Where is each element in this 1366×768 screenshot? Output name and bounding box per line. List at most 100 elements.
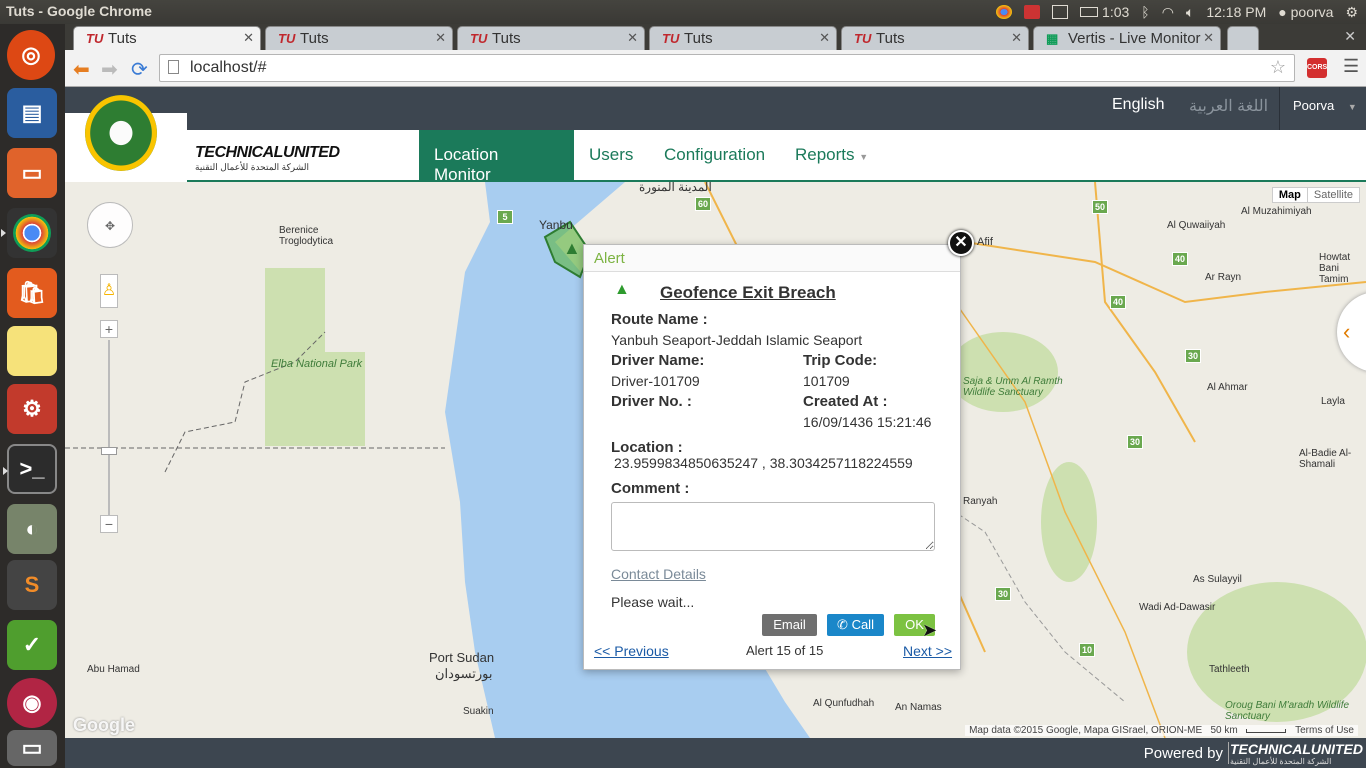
browser-tab[interactable]: TU Tuts ✕ — [841, 26, 1029, 50]
map-label: Elba National Park — [271, 358, 363, 370]
pan-control[interactable]: ✥ — [87, 202, 133, 248]
emblem-logo — [65, 95, 187, 182]
bluetooth-icon[interactable]: ᛒ — [1141, 4, 1149, 20]
zoom-in-button[interactable]: + — [100, 320, 118, 338]
reload-icon[interactable]: ⟳ — [131, 57, 148, 82]
tab-close-icon[interactable]: ✕ — [819, 30, 830, 46]
writer-icon[interactable]: ▤ — [7, 88, 57, 138]
tasks-icon[interactable]: ✓ — [7, 620, 57, 670]
session-gear-icon[interactable]: ⚙ — [1345, 4, 1358, 21]
browser-tab[interactable]: TU Tuts ✕ — [265, 26, 453, 50]
brand-arabic: الشركة المتحدة للأعمال التقنية — [195, 162, 309, 172]
email-button[interactable]: Email — [762, 614, 817, 636]
software-center-icon[interactable]: 🛍︎ — [7, 268, 57, 318]
footer-brand-logo: TECHNICALUNITED الشركة المتحدة للأعمال ا… — [1230, 741, 1363, 766]
map-label: Al Ahmar — [1207, 382, 1248, 393]
highway-shield-icon: 10 — [1079, 643, 1095, 657]
tab-close-icon[interactable]: ✕ — [243, 30, 254, 46]
tu-favicon: TU — [470, 31, 488, 46]
map-label: Oroug Bani M'aradh Wildlife Sanctuary — [1225, 700, 1350, 722]
tu-favicon: TU — [854, 31, 872, 46]
tab-title: Vertis - Live Monitor — [1068, 30, 1201, 47]
user-menu[interactable]: ● poorva — [1278, 4, 1333, 20]
forward-arrow-icon[interactable]: ➡ — [101, 57, 118, 82]
nav-configuration[interactable]: Configuration — [649, 130, 780, 180]
cors-extension-icon[interactable]: CORS — [1307, 58, 1327, 78]
lang-english-link[interactable]: English — [1112, 96, 1164, 114]
browser-tab[interactable]: TU Tuts ✕ — [457, 26, 645, 50]
window-title: Tuts - Google Chrome — [6, 3, 152, 19]
alert-counter: Alert 15 of 15 — [746, 643, 824, 658]
status-text: Please wait... — [611, 594, 695, 610]
disk-usage-icon[interactable]: ◐ — [7, 504, 57, 554]
browser-tab[interactable]: TU Tuts ✕ — [73, 26, 261, 50]
app-launcher-icon[interactable]: ◉ — [7, 678, 57, 728]
tab-close-icon[interactable]: ✕ — [1203, 30, 1214, 46]
network-status-icon[interactable] — [1024, 5, 1041, 19]
dash-home-icon[interactable]: ◎ — [7, 30, 55, 80]
caret-down-icon: ▼ — [859, 152, 869, 162]
phone-icon: ✆ — [837, 617, 848, 632]
alert-header: Alert — [584, 245, 960, 272]
mail-icon[interactable] — [1052, 5, 1069, 19]
wifi-icon[interactable]: ◠ — [1162, 4, 1174, 21]
contact-details-link[interactable]: Contact Details — [611, 566, 706, 582]
map-type-control: Map Satellite — [1271, 187, 1360, 203]
alert-title: Geofence Exit Breach — [660, 283, 836, 302]
nav-users[interactable]: Users — [574, 130, 648, 180]
bookmark-star-icon[interactable]: ☆ — [1270, 57, 1286, 78]
trash-icon[interactable]: ▭ — [7, 730, 57, 766]
clock[interactable]: 12:18 PM — [1206, 4, 1266, 20]
comment-input[interactable] — [611, 502, 935, 551]
map-label: Ar Rayn — [1205, 272, 1242, 283]
terminal-icon[interactable]: >_ — [3, 444, 57, 494]
alert-close-icon[interactable]: ✕ — [948, 230, 974, 256]
tab-title: Tuts — [300, 30, 329, 47]
zoom-out-button[interactable]: − — [100, 515, 118, 533]
map-type-map-button[interactable]: Map — [1273, 188, 1307, 202]
map-label: Port Sudan — [429, 650, 495, 665]
zoom-slider-handle[interactable] — [101, 447, 117, 455]
user-dropdown[interactable]: Poorva ▼ — [1293, 98, 1357, 113]
chrome-menu-icon[interactable]: ☰ — [1343, 56, 1359, 77]
zoom-slider-track[interactable] — [108, 340, 110, 516]
previous-alert-link[interactable]: << Previous — [594, 643, 669, 659]
map-type-satellite-button[interactable]: Satellite — [1306, 188, 1359, 202]
map-label: Tathleeth — [1209, 664, 1250, 675]
window-close-icon[interactable]: ✕ — [1344, 28, 1356, 45]
volume-icon[interactable]: 🔈︎ — [1186, 4, 1194, 21]
terms-link[interactable]: Terms of Use — [1295, 725, 1354, 736]
map-label: Al-Badie Al-Shamali — [1299, 448, 1352, 470]
emblem-seal-icon — [85, 95, 157, 171]
tab-close-icon[interactable]: ✕ — [1011, 30, 1022, 46]
tab-close-icon[interactable]: ✕ — [435, 30, 446, 46]
new-tab-button[interactable] — [1227, 26, 1259, 50]
address-bar[interactable]: localhost/# ☆ — [159, 54, 1295, 82]
browser-tab[interactable]: TU Tuts ✕ — [649, 26, 837, 50]
user-name: poorva — [1290, 4, 1334, 20]
alert-marker-icon[interactable]: ▲ — [563, 238, 581, 259]
battery-indicator[interactable]: 1:03 — [1080, 4, 1129, 20]
files-icon[interactable]: ▭ — [7, 148, 57, 198]
system-settings-icon[interactable]: ⚙ — [7, 384, 57, 434]
chrome-launcher-icon[interactable] — [1, 208, 57, 258]
brand-logo[interactable]: TECHNICALUNITED الشركة المتحدة للأعمال ا… — [195, 144, 355, 174]
sublime-text-icon[interactable]: S — [7, 560, 57, 610]
next-alert-link[interactable]: Next >> — [903, 643, 952, 659]
back-arrow-icon[interactable]: ⬅ — [73, 57, 90, 82]
browser-tab[interactable]: ▦ Vertis - Live Monitor ✕ — [1033, 26, 1221, 50]
nav-reports[interactable]: Reports ▼ — [780, 130, 883, 180]
chrome-tray-icon[interactable] — [996, 5, 1013, 19]
call-button[interactable]: ✆ Call — [827, 614, 884, 636]
highway-shield-icon: 30 — [1185, 349, 1201, 363]
nav-location-monitor[interactable]: Location Monitor — [419, 130, 574, 184]
tab-close-icon[interactable]: ✕ — [627, 30, 638, 46]
map-label: An Namas — [895, 702, 942, 713]
highway-shield-icon: 40 — [1172, 252, 1188, 266]
map-footer: Google Map data ©2015 Google, Mapa GISra… — [65, 715, 1366, 738]
street-view-pegman-icon[interactable]: ♙ — [100, 274, 118, 308]
lang-arabic-link[interactable]: اللغة العربية — [1189, 96, 1268, 116]
tab-title: Tuts — [684, 30, 713, 47]
location-label: Location : — [611, 439, 683, 456]
notes-icon[interactable] — [7, 326, 57, 376]
